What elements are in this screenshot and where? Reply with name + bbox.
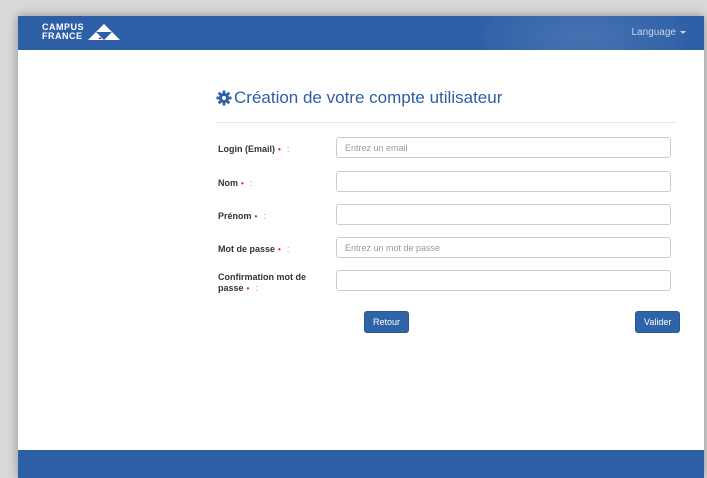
page-title-text: Création de votre compte utilisateur	[234, 88, 503, 107]
required-marker: •	[241, 179, 244, 188]
logo-line-2: FRANCE	[42, 31, 83, 41]
top-navbar: CAMPUS FRANCE Language	[18, 16, 704, 50]
prenom-field[interactable]	[336, 204, 671, 225]
required-marker: •	[254, 212, 258, 221]
browser-page: CAMPUS FRANCE Language Création de votre…	[18, 16, 704, 478]
submit-button[interactable]: Valider	[635, 311, 681, 333]
title-divider	[216, 122, 676, 123]
required-marker: •	[278, 145, 281, 154]
nom-field[interactable]	[336, 171, 671, 192]
login-email-label: Login (Email) •:	[218, 144, 290, 154]
required-marker: •	[246, 284, 250, 293]
triangles-logo-icon	[88, 24, 121, 40]
account-creation-form: Création de votre compte utilisateur Log…	[216, 86, 681, 333]
nom-label: Nom •:	[218, 178, 253, 188]
required-marker: •	[278, 245, 281, 254]
password-label: Mot de passe •:	[218, 244, 290, 254]
language-dropdown[interactable]: Language	[631, 27, 686, 38]
password-field[interactable]	[336, 237, 671, 258]
prenom-label: Prénom •:	[218, 211, 266, 221]
page-title: Création de votre compte utilisateur	[216, 86, 676, 110]
password-confirmation-field[interactable]	[336, 270, 671, 291]
logo-text: CAMPUS FRANCE	[42, 23, 84, 41]
campus-france-logo[interactable]: CAMPUS FRANCE	[42, 23, 121, 41]
footer-bar	[18, 450, 704, 478]
gear-icon	[216, 90, 232, 106]
language-label: Language	[631, 27, 677, 38]
login-email-field[interactable]	[336, 137, 671, 158]
back-button[interactable]: Retour	[364, 311, 410, 333]
caret-down-icon	[680, 30, 686, 34]
password-confirmation-label: Confirmation mot de passe •:	[218, 272, 306, 293]
